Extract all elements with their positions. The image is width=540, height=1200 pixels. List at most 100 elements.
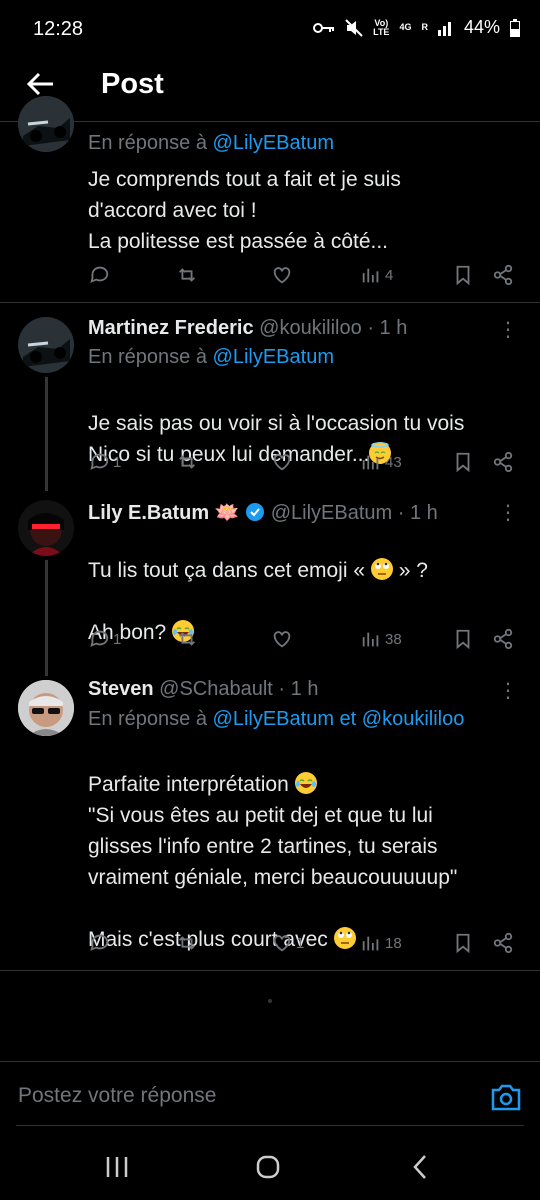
- repost-button[interactable]: [176, 451, 201, 473]
- input-underline: [16, 1125, 524, 1126]
- views-button[interactable]: 4: [360, 264, 393, 286]
- back-arrow-icon[interactable]: [25, 68, 57, 100]
- reply-context: En réponse à @LilyEBatum: [88, 132, 334, 155]
- post-2[interactable]: Martinez Frederic @koukililoo · 1 h ⋮ En…: [0, 303, 540, 491]
- share-button[interactable]: [492, 932, 514, 954]
- post-header: Martinez Frederic @koukililoo · 1 h: [88, 317, 407, 340]
- views-icon: [362, 632, 379, 647]
- views-icon: [362, 455, 379, 470]
- thread-line: [45, 377, 48, 491]
- views-button[interactable]: 18: [360, 932, 402, 954]
- reply-button[interactable]: 1: [88, 451, 121, 473]
- heart-icon: [273, 935, 291, 952]
- recent-apps-icon[interactable]: [104, 1154, 130, 1180]
- post-divider: [0, 970, 540, 971]
- reply-mention-2[interactable]: @koukililoo: [362, 708, 465, 730]
- avatar[interactable]: [18, 317, 74, 373]
- more-options-icon[interactable]: ⋮: [498, 317, 518, 342]
- reply-mention[interactable]: @LilyEBatum: [213, 708, 334, 730]
- reply-icon: [90, 934, 109, 951]
- post-body: Je comprends tout a fait et je suis d'ac…: [88, 168, 401, 253]
- battery-percent: 44%: [463, 17, 500, 37]
- bookmark-icon: [456, 933, 470, 954]
- author-handle[interactable]: @LilyEBatum: [271, 502, 392, 524]
- author-name[interactable]: Martinez Frederic: [88, 317, 254, 339]
- status-icons: Vo) LTE 4G R 44%: [313, 17, 520, 38]
- share-button[interactable]: [492, 451, 514, 473]
- share-button[interactable]: [492, 264, 514, 286]
- post-time: · 1 h: [278, 678, 319, 700]
- system-nav-bar: [0, 1140, 540, 1200]
- reply-and: et: [334, 708, 362, 730]
- views-icon: [362, 936, 379, 951]
- reply-icon: [90, 630, 109, 647]
- like-button[interactable]: 1: [271, 932, 304, 954]
- volte-label: Vo) LTE: [373, 17, 390, 37]
- repost-button[interactable]: [176, 628, 201, 650]
- share-button[interactable]: [492, 628, 514, 650]
- mute-icon: [345, 18, 363, 37]
- post-1[interactable]: En réponse à @LilyEBatum Je comprends to…: [0, 96, 540, 302]
- repost-icon: [179, 632, 195, 646]
- roaming-label: R: [421, 22, 428, 32]
- repost-icon: [179, 268, 195, 282]
- reply-context: En réponse à @LilyEBatum et @koukililoo: [88, 708, 464, 731]
- views-button[interactable]: 43: [360, 451, 402, 473]
- reply-icon: [90, 453, 109, 470]
- more-options-icon[interactable]: ⋮: [498, 678, 518, 703]
- loading-indicator: [268, 999, 272, 1003]
- bookmark-button[interactable]: [452, 451, 474, 473]
- heart-icon: [273, 454, 291, 471]
- reply-mention[interactable]: @LilyEBatum: [213, 132, 334, 154]
- author-name[interactable]: Steven: [88, 678, 154, 700]
- post-actions: 1 38: [88, 628, 518, 656]
- post-header: Lily E.Batum 🪷 @LilyEBatum · 1 h: [88, 500, 438, 525]
- bookmark-button[interactable]: [452, 628, 474, 650]
- avatar[interactable]: [18, 96, 74, 152]
- vpn-key-icon: [313, 22, 335, 33]
- views-button[interactable]: 38: [360, 628, 402, 650]
- camera-icon[interactable]: [490, 1082, 522, 1112]
- post-actions: 4: [88, 264, 518, 292]
- avatar[interactable]: [18, 680, 74, 736]
- compose-divider: [0, 1061, 540, 1062]
- bookmark-icon: [456, 265, 470, 286]
- signal-icon: [437, 21, 451, 36]
- like-button[interactable]: [271, 628, 296, 650]
- post-body: Parfaite interprétation "Si vous êtes au…: [88, 772, 458, 951]
- avatar[interactable]: [18, 500, 74, 556]
- like-button[interactable]: [271, 451, 296, 473]
- lotus-emoji-icon: 🪷: [214, 502, 240, 524]
- laughing-tears-emoji-icon: [294, 772, 317, 794]
- reply-mention[interactable]: @LilyEBatum: [213, 346, 334, 368]
- home-icon[interactable]: [255, 1154, 281, 1180]
- reply-button[interactable]: [88, 932, 113, 954]
- battery-icon: [510, 18, 520, 37]
- status-bar: 12:28 Vo) LTE 4G R 44%: [0, 0, 540, 60]
- author-name[interactable]: Lily E.Batum: [88, 502, 209, 524]
- post-time: · 1 h: [367, 317, 408, 339]
- reply-prefix: En réponse à: [88, 708, 213, 730]
- verified-badge-icon: [246, 503, 265, 521]
- author-handle[interactable]: @koukililoo: [259, 317, 362, 339]
- author-handle[interactable]: @SChabault: [159, 678, 273, 700]
- reply-icon: [90, 266, 109, 283]
- reply-prefix: En réponse à: [88, 132, 213, 154]
- repost-button[interactable]: [176, 264, 201, 286]
- more-options-icon[interactable]: ⋮: [498, 500, 518, 525]
- reply-button[interactable]: 1: [88, 628, 121, 650]
- share-icon: [493, 451, 513, 473]
- status-time: 12:28: [33, 18, 84, 40]
- post-header: Steven @SChabault · 1 h: [88, 678, 318, 701]
- reply-input[interactable]: Postez votre réponse: [18, 1084, 216, 1108]
- repost-button[interactable]: [176, 932, 201, 954]
- page-title: Post: [101, 68, 164, 100]
- post-4[interactable]: Steven @SChabault · 1 h ⋮ En réponse à @…: [0, 668, 540, 970]
- reply-button[interactable]: [88, 264, 113, 286]
- system-back-icon[interactable]: [408, 1154, 434, 1180]
- reply-context: En réponse à @LilyEBatum: [88, 346, 334, 369]
- post-3[interactable]: Lily E.Batum 🪷 @LilyEBatum · 1 h ⋮ Tu li…: [0, 488, 540, 676]
- bookmark-button[interactable]: [452, 932, 474, 954]
- bookmark-button[interactable]: [452, 264, 474, 286]
- like-button[interactable]: [271, 264, 296, 286]
